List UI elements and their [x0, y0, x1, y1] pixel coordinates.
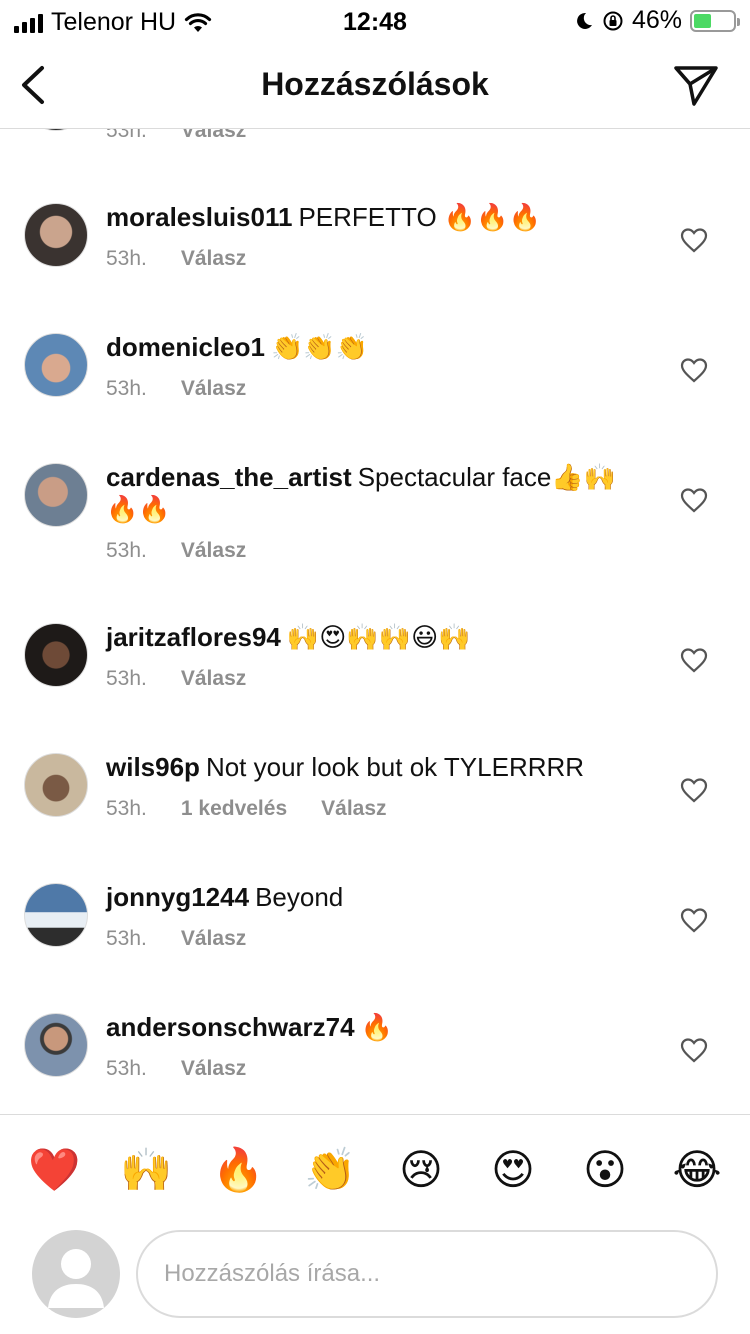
status-right: 46% — [574, 6, 740, 35]
reply-button[interactable]: Válasz — [181, 1057, 246, 1081]
reply-button[interactable]: Válasz — [181, 247, 246, 271]
comment-message: 🙌😍🙌🙌😃🙌 — [286, 622, 471, 652]
comment-input[interactable] — [136, 1230, 718, 1318]
comment-time: 53h. — [106, 377, 147, 400]
comment-body: domenicleo1 👏👏👏 53h. Válasz — [106, 331, 626, 401]
comment-meta: 53h. Válasz — [106, 927, 626, 951]
comment-time: 53h. — [106, 667, 147, 690]
avatar[interactable] — [24, 463, 88, 527]
moon-icon — [577, 12, 592, 29]
comment-time: 53h. — [106, 1057, 147, 1080]
page-title: Hozzászólások — [261, 66, 489, 102]
reply-button[interactable]: Válasz — [181, 539, 246, 563]
comment-text: moralesluis011 PERFETTO 🔥🔥🔥 — [106, 201, 626, 233]
signal-icon — [14, 13, 43, 33]
status-left: Telenor HU — [14, 8, 212, 37]
comment-meta: 53h. Válasz — [106, 377, 626, 401]
comment-text: jaritzaflores94 🙌😍🙌🙌😃🙌 — [106, 621, 626, 653]
heart-icon[interactable] — [680, 1037, 708, 1063]
comment-message: 🔥 — [360, 1012, 393, 1042]
comment-body: cardenas_the_artist Spectacular face👍🙌🔥🔥 … — [106, 461, 626, 563]
comment-body: jonnyg1244 Beyond 53h. Válasz — [106, 881, 626, 951]
comment-time: 53h. — [106, 797, 147, 820]
battery-level — [694, 13, 712, 28]
heart-icon[interactable] — [680, 357, 708, 383]
comment-username[interactable]: jaritzaflores94 — [106, 622, 281, 652]
heart-icon[interactable] — [680, 647, 708, 673]
emoji-heart-eyes[interactable]: 😍 — [488, 1145, 538, 1195]
comment-time: 53h. — [106, 927, 147, 950]
comment-time: 53h. — [106, 539, 147, 562]
user-avatar-placeholder — [32, 1230, 120, 1318]
battery-icon — [690, 9, 740, 32]
emoji-clapping[interactable]: 👏 — [304, 1145, 356, 1195]
carrier-name: Telenor HU — [51, 8, 177, 36]
comment-meta: 53h. Válasz — [106, 539, 626, 563]
nav-bar: Hozzászólások — [0, 44, 750, 129]
emoji-fire[interactable]: 🔥 — [212, 1145, 264, 1195]
comment-message: PERFETTO 🔥🔥🔥 — [298, 202, 542, 232]
avatar[interactable] — [24, 203, 88, 267]
emoji-surprised[interactable]: 😮 — [580, 1145, 630, 1195]
comment-time: 53h. — [106, 129, 147, 142]
comment-text: andersonschwarz74 🔥 — [106, 1011, 626, 1043]
status-bar: Telenor HU 12:48 46% — [0, 0, 750, 44]
heart-icon[interactable] — [680, 487, 708, 513]
heart-icon[interactable] — [680, 227, 708, 253]
comment-username[interactable]: domenicleo1 — [106, 332, 265, 362]
comment-username[interactable]: andersonschwarz74 — [106, 1012, 355, 1042]
avatar[interactable] — [24, 883, 88, 947]
rotation-lock-icon — [603, 11, 623, 30]
battery-percent: 46% — [631, 6, 682, 34]
comment-meta: 53h. Válasz — [106, 129, 246, 143]
avatar[interactable] — [24, 753, 88, 817]
avatar[interactable] — [24, 129, 88, 131]
comment-text: jonnyg1244 Beyond — [106, 881, 626, 913]
comment-body: wils96p Not your look but ok TYLERRRR 53h… — [106, 751, 626, 821]
comment-body: moralesluis011 PERFETTO 🔥🔥🔥 53h. Válasz — [106, 201, 626, 271]
comment-meta: 53h. Válasz — [106, 667, 626, 691]
reply-button[interactable]: Válasz — [181, 129, 246, 143]
avatar[interactable] — [24, 333, 88, 397]
emoji-raised-hands[interactable]: 🙌 — [120, 1145, 172, 1195]
comment-username[interactable]: jonnyg1244 — [106, 882, 249, 912]
emoji-crying[interactable]: 😢 — [396, 1145, 446, 1195]
comment-body: andersonschwarz74 🔥 53h. Válasz — [106, 1011, 626, 1081]
avatar[interactable] — [24, 1013, 88, 1077]
comment-meta: 53h. Válasz — [106, 247, 626, 271]
comment-meta: 53h. 1 kedvelés Válasz — [106, 797, 626, 821]
emoji-heart[interactable]: ❤️ — [28, 1145, 80, 1195]
reply-button[interactable]: Válasz — [181, 667, 246, 691]
comment-message: 👏👏👏 — [270, 332, 369, 362]
comment-body: jaritzaflores94 🙌😍🙌🙌😃🙌 53h. Válasz — [106, 621, 626, 691]
likes-count[interactable]: 1 kedvelés — [181, 797, 287, 821]
person-icon — [48, 1249, 104, 1308]
comment-text: wils96p Not your look but ok TYLERRRR — [106, 751, 626, 783]
emoji-laughing[interactable]: 😂 — [672, 1145, 722, 1195]
comment-username[interactable]: wils96p — [106, 752, 200, 782]
heart-icon[interactable] — [680, 907, 708, 933]
avatar[interactable] — [24, 623, 88, 687]
reply-button[interactable]: Válasz — [321, 797, 386, 821]
comment-message: Beyond — [255, 882, 344, 912]
comment-message: Not your look but ok TYLERRRR — [205, 752, 585, 782]
comments-list[interactable]: 53h. Válasz moralesluis011 PERFETTO 🔥🔥🔥 5… — [0, 129, 750, 1114]
emoji-quick-bar: ❤️ 🙌 🔥 👏 😢 😍 😮 😂 — [0, 1114, 750, 1224]
comment-username[interactable]: moralesluis011 — [106, 202, 292, 232]
wifi-icon — [184, 12, 212, 32]
comment-text: cardenas_the_artist Spectacular face👍🙌🔥🔥 — [106, 461, 626, 525]
reply-button[interactable]: Válasz — [181, 927, 246, 951]
reply-button[interactable]: Válasz — [181, 377, 246, 401]
comment-time: 53h. — [106, 247, 147, 270]
send-icon[interactable] — [672, 62, 720, 108]
heart-icon[interactable] — [680, 777, 708, 803]
comment-composer — [0, 1224, 750, 1334]
comment-text: domenicleo1 👏👏👏 — [106, 331, 626, 363]
comment-meta: 53h. Válasz — [106, 1057, 626, 1081]
comment-username[interactable]: cardenas_the_artist — [106, 462, 352, 492]
